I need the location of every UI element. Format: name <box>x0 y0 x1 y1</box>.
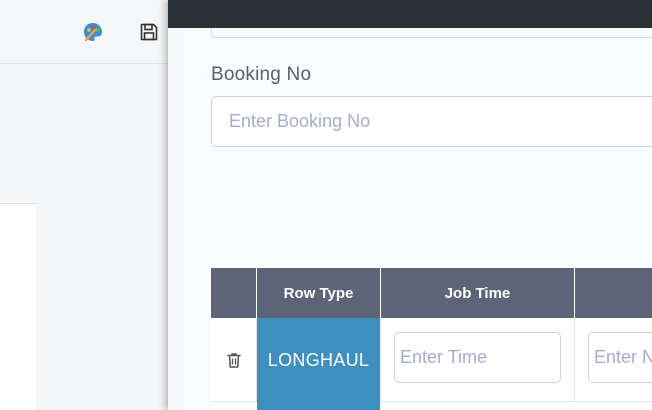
panel-top-bar <box>168 0 652 28</box>
column-header-job-time: Job Time <box>381 268 575 318</box>
next-column-input[interactable] <box>588 332 652 383</box>
booking-no-input[interactable] <box>211 96 652 147</box>
job-time-input[interactable] <box>394 332 561 383</box>
column-header-next <box>575 268 652 318</box>
column-header-row-type: Row Type <box>257 268 381 318</box>
row-type-cell <box>257 402 380 410</box>
booking-no-label: Booking No <box>211 64 312 85</box>
rows-table: Row Type Job Time LONGHAUL <box>211 268 652 410</box>
next-cell <box>575 318 652 402</box>
booking-panel: Booking No Row Type Job Time LONGHAUL <box>168 0 652 410</box>
job-time-cell <box>381 318 575 402</box>
background-app <box>0 0 168 410</box>
table-row <box>211 402 652 410</box>
palette-icon[interactable] <box>81 20 105 44</box>
row-type-cell: LONGHAUL <box>257 318 381 402</box>
table-row: LONGHAUL <box>211 318 652 402</box>
column-header-actions <box>211 268 257 318</box>
trash-icon[interactable] <box>225 351 243 369</box>
background-card <box>0 203 36 410</box>
previous-field-input[interactable] <box>211 28 652 38</box>
panel-left-rail <box>168 28 184 410</box>
table-header: Row Type Job Time <box>211 268 652 318</box>
background-toolbar <box>0 0 168 64</box>
save-icon[interactable] <box>137 20 161 44</box>
delete-cell <box>211 318 257 402</box>
